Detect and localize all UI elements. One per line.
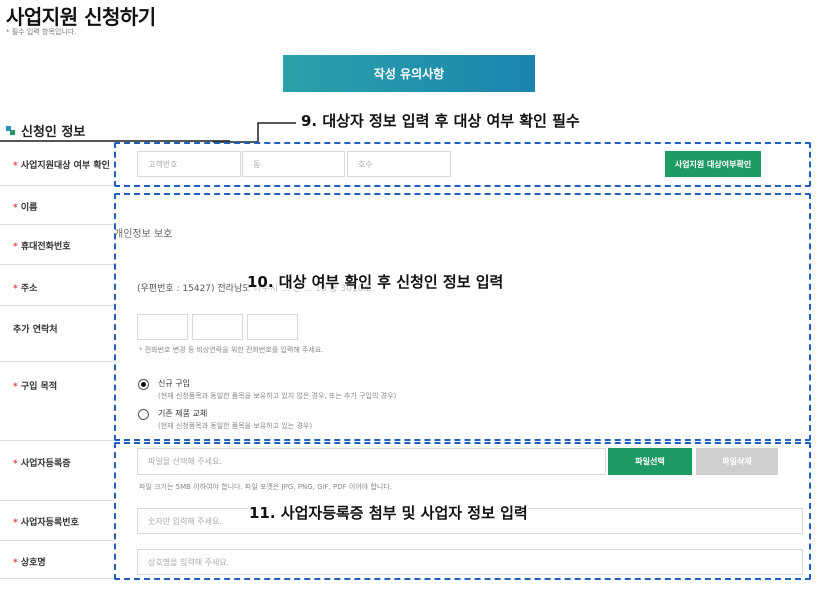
step11-annotation: 11. 사업자등록증 첨부 및 사업자 정보 입력 [249,502,528,523]
step10-annotation: 10. 대상 여부 확인 후 신청인 정보 입력 [247,271,504,292]
step10-highlight-box [114,193,811,441]
step9-highlight-box [114,142,811,187]
step9-annotation: 9. 대상자 정보 입력 후 대상 여부 확인 필수 [301,112,580,130]
